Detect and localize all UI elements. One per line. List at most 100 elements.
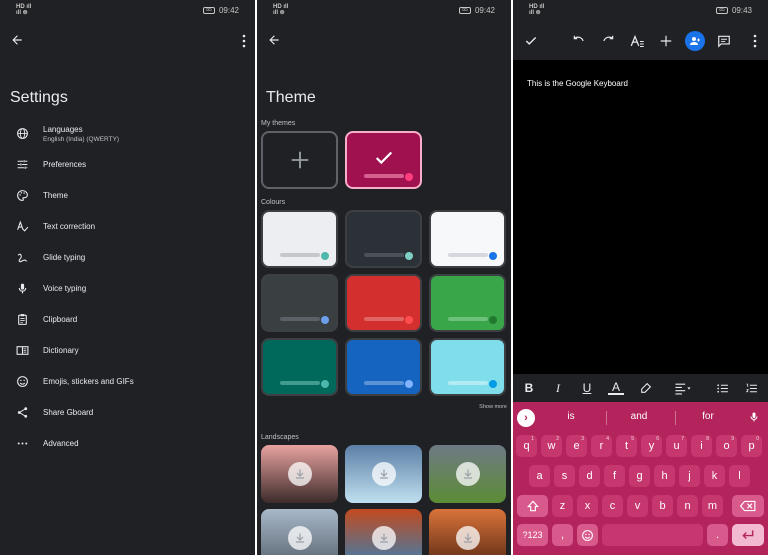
- key-l[interactable]: l: [729, 465, 750, 487]
- enter-key[interactable]: [732, 524, 764, 546]
- app-bar: [257, 28, 511, 54]
- settings-item-emojis[interactable]: Emojis, stickers and GIFs: [0, 366, 255, 397]
- highlight-icon[interactable]: [637, 380, 653, 396]
- colour-theme-tile[interactable]: [261, 338, 338, 396]
- key-a[interactable]: a: [529, 465, 550, 487]
- landscape-theme-tile[interactable]: [261, 509, 338, 555]
- landscape-theme-tile[interactable]: [429, 509, 506, 555]
- show-more-link[interactable]: Show more: [479, 404, 507, 410]
- backspace-key[interactable]: [732, 495, 764, 517]
- key-j[interactable]: j: [679, 465, 700, 487]
- colour-theme-tile[interactable]: [429, 210, 506, 268]
- key-g[interactable]: g: [629, 465, 650, 487]
- settings-item-label: Text correction: [43, 222, 96, 231]
- key-m[interactable]: m: [702, 495, 723, 517]
- shift-key[interactable]: [517, 495, 548, 517]
- more-vert-icon[interactable]: [242, 34, 246, 48]
- settings-item-advanced[interactable]: Advanced: [0, 428, 255, 459]
- suggestion-3[interactable]: for: [678, 411, 738, 422]
- colour-theme-tile[interactable]: [345, 338, 422, 396]
- key-o[interactable]: o9: [716, 435, 737, 457]
- settings-item-share[interactable]: Share Gboard: [0, 397, 255, 428]
- italic-icon[interactable]: I: [550, 380, 566, 396]
- suggestion-2[interactable]: and: [609, 411, 669, 422]
- colour-theme-tile[interactable]: [345, 274, 422, 332]
- key-i[interactable]: i8: [691, 435, 712, 457]
- my-theme-tile-selected[interactable]: [345, 131, 422, 189]
- signal-indicators: HD ıll ıll ⊜: [16, 4, 31, 16]
- key-v[interactable]: v: [627, 495, 648, 517]
- key-z[interactable]: z: [552, 495, 573, 517]
- document-body[interactable]: This is the Google Keyboard: [527, 79, 628, 88]
- back-arrow-icon[interactable]: [267, 33, 281, 47]
- underline-icon[interactable]: U: [579, 380, 595, 396]
- check-icon[interactable]: [523, 33, 539, 49]
- settings-item-theme[interactable]: Theme: [0, 180, 255, 211]
- key-s[interactable]: s: [554, 465, 575, 487]
- colour-theme-tile[interactable]: [261, 274, 338, 332]
- key-p[interactable]: p0: [741, 435, 762, 457]
- settings-item-preferences[interactable]: Preferences: [0, 149, 255, 180]
- expand-toolbar-icon[interactable]: ›: [517, 409, 535, 427]
- comment-icon[interactable]: [716, 33, 732, 49]
- key-h[interactable]: h: [654, 465, 675, 487]
- key-t[interactable]: t5: [616, 435, 637, 457]
- add-icon[interactable]: [658, 33, 674, 49]
- download-icon: [456, 526, 480, 550]
- period-key[interactable]: .: [707, 524, 728, 546]
- settings-item-dictionary[interactable]: Dictionary: [0, 335, 255, 366]
- status-bar: HD ıll ıll ⊜ 85 09:42: [257, 0, 511, 22]
- settings-item-text-correction[interactable]: Text correction: [0, 211, 255, 242]
- key-k[interactable]: k: [704, 465, 725, 487]
- tile-bar: [364, 381, 404, 385]
- microphone-icon[interactable]: [748, 410, 760, 429]
- back-arrow-icon[interactable]: [10, 33, 24, 47]
- align-icon[interactable]: [671, 380, 695, 396]
- bullet-list-icon[interactable]: [714, 380, 730, 396]
- download-icon: [288, 526, 312, 550]
- settings-item-voice-typing[interactable]: Voice typing: [0, 273, 255, 304]
- key-d[interactable]: d: [579, 465, 600, 487]
- add-theme-tile[interactable]: [261, 131, 338, 189]
- undo-icon[interactable]: [571, 33, 587, 49]
- tile-dot: [489, 316, 497, 324]
- colour-theme-tile[interactable]: [261, 210, 338, 268]
- emoji-key[interactable]: [577, 524, 598, 546]
- key-x[interactable]: x: [577, 495, 598, 517]
- settings-item-clipboard[interactable]: Clipboard: [0, 304, 255, 335]
- key-e[interactable]: e3: [566, 435, 587, 457]
- key-y[interactable]: y6: [641, 435, 662, 457]
- suggestion-1[interactable]: is: [541, 411, 601, 422]
- colour-theme-tile[interactable]: [429, 338, 506, 396]
- settings-item-glide-typing[interactable]: Glide typing: [0, 242, 255, 273]
- landscape-theme-tile[interactable]: [429, 445, 506, 503]
- settings-item-label: Theme: [43, 191, 68, 200]
- key-b[interactable]: b: [652, 495, 673, 517]
- colour-theme-tile[interactable]: [345, 210, 422, 268]
- key-c[interactable]: c: [602, 495, 623, 517]
- key-w[interactable]: w2: [541, 435, 562, 457]
- settings-item-label: Share Gboard: [43, 408, 94, 417]
- key-r[interactable]: r4: [591, 435, 612, 457]
- redo-icon[interactable]: [600, 33, 616, 49]
- text-color-icon[interactable]: A: [608, 380, 624, 395]
- landscape-theme-tile[interactable]: [261, 445, 338, 503]
- key-u[interactable]: u7: [666, 435, 687, 457]
- landscape-theme-tile[interactable]: [345, 509, 422, 555]
- landscape-theme-tile[interactable]: [345, 445, 422, 503]
- comma-key[interactable]: ,: [552, 524, 573, 546]
- text-format-icon[interactable]: [629, 33, 645, 49]
- symbols-key[interactable]: ?123: [517, 524, 548, 546]
- settings-item-languages[interactable]: Languages English (India) (QWERTY): [0, 118, 255, 149]
- tile-dot: [489, 252, 497, 260]
- numbered-list-icon[interactable]: [743, 380, 759, 396]
- key-n[interactable]: n: [677, 495, 698, 517]
- key-f[interactable]: f: [604, 465, 625, 487]
- colour-theme-tile[interactable]: [429, 274, 506, 332]
- key-q[interactable]: q1: [516, 435, 537, 457]
- bold-icon[interactable]: B: [521, 380, 537, 396]
- add-person-icon[interactable]: [685, 31, 705, 51]
- space-key[interactable]: [602, 524, 703, 546]
- tile-dot: [405, 380, 413, 388]
- more-vert-icon[interactable]: [747, 33, 763, 49]
